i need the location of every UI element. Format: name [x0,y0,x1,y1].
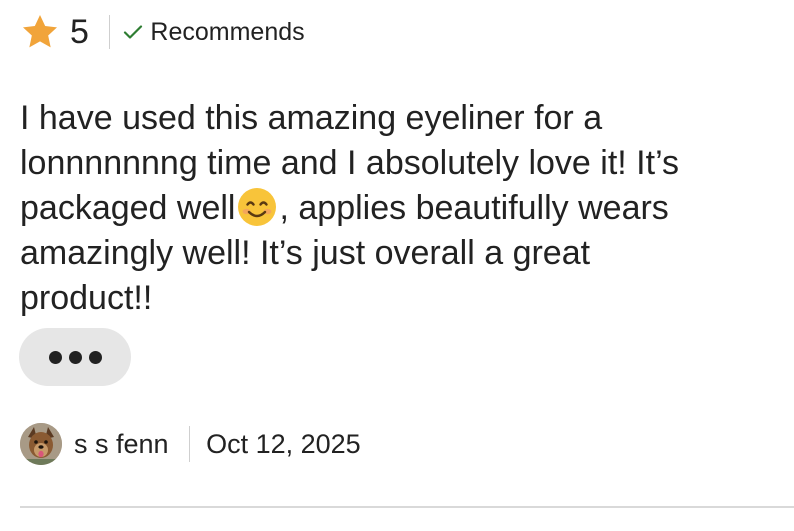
avatar[interactable] [20,423,62,465]
checkmark-icon [122,21,144,43]
recommends-label: Recommends [150,17,305,46]
review-text: I have used this amazing eyeliner for a l… [20,96,790,321]
author-row: s s fenn Oct 12, 2025 [20,421,361,467]
more-dots-icon [88,350,102,364]
bottom-divider [20,506,794,508]
review-text-line-5: product!! [20,279,153,317]
more-dots-icon [48,350,62,364]
star-icon [20,12,60,52]
review-text-line-3b: , applies beautifully wears [279,189,669,227]
rating-value: 5 [70,13,89,51]
rating-divider [108,15,111,49]
review-text-line-2: lonnnnnnng time and I absolutely love it… [20,144,680,182]
rating-row: 5 Recommends [20,10,305,54]
review-text-line-3a: packaged well [20,189,236,227]
review-text-line-1: I have used this amazing eyeliner for a [20,99,603,137]
more-options-button[interactable] [19,328,131,386]
author-name[interactable]: s s fenn [74,429,169,460]
author-divider [188,426,191,462]
review-text-line-4: amazingly well! It’s just overall a grea… [20,234,591,272]
smiling-face-emoji-icon [236,186,278,228]
review-date: Oct 12, 2025 [206,428,361,459]
more-dots-icon [68,350,82,364]
